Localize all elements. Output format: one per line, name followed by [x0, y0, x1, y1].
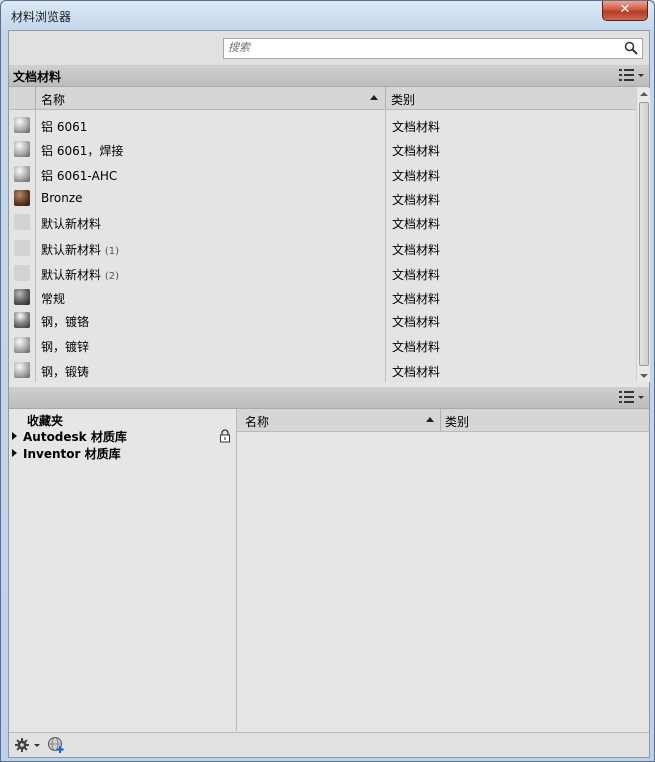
material-swatch-icon [14, 190, 30, 206]
gear-icon[interactable] [14, 737, 42, 753]
material-name: 钢，镀铬 [41, 315, 90, 329]
library-materials-pane: 名称 类别 [237, 409, 649, 731]
material-category: 文档材料 [392, 365, 441, 379]
material-name-suffix: (2) [104, 271, 120, 282]
material-category: 文档材料 [392, 120, 441, 134]
material-row[interactable]: 钢，镀锌 文档材料 [9, 333, 636, 357]
material-category: 文档材料 [392, 292, 441, 306]
material-name: Bronze [41, 191, 83, 205]
material-category: 文档材料 [392, 315, 441, 329]
search-row [9, 31, 649, 66]
material-category: 文档材料 [392, 217, 441, 231]
column-divider[interactable] [35, 87, 36, 109]
expand-arrow-icon[interactable] [12, 449, 17, 457]
material-name: 默认新材料 [41, 217, 102, 231]
material-name: 铝 6061 [41, 120, 88, 134]
material-swatch-icon [14, 289, 30, 305]
search-input[interactable] [228, 41, 613, 54]
material-name: 钢，镀锌 [41, 340, 90, 354]
column-divider[interactable] [440, 409, 441, 431]
scroll-thumb[interactable] [639, 102, 649, 366]
material-swatch-icon [14, 312, 30, 328]
window-title: 材料浏览器 [11, 10, 72, 24]
title-bar[interactable]: 材料浏览器 ✕ [1, 1, 654, 29]
material-row[interactable]: Bronze 文档材料 [9, 186, 636, 210]
material-swatch-icon [14, 166, 30, 182]
material-row[interactable]: 钢，镀铬 文档材料 [9, 308, 636, 332]
tree-item-inventor-library[interactable]: Inventor 材质库 [23, 445, 121, 462]
tree-item-autodesk-library[interactable]: Autodesk 材质库 [23, 428, 127, 445]
material-name-suffix: (1) [104, 246, 120, 257]
document-materials-title: 文档材料 [13, 70, 62, 84]
list-view-icon[interactable] [617, 390, 645, 404]
list-view-icon[interactable] [617, 68, 645, 82]
material-swatch-icon [14, 240, 30, 256]
close-button[interactable]: ✕ [602, 1, 648, 21]
column-header-category[interactable]: 类别 [391, 91, 415, 108]
material-category: 文档材料 [392, 193, 441, 207]
library-table-header: 名称 类别 [237, 409, 649, 432]
bottom-toolbar [9, 732, 649, 757]
tree-item-favorites[interactable]: 收藏夹 [27, 412, 63, 429]
material-swatch-icon [14, 265, 30, 281]
library-section-header [9, 387, 649, 409]
column-gridline [385, 110, 386, 382]
material-browser-window: 材料浏览器 ✕ 文档材料 名 [0, 0, 655, 762]
add-library-icon[interactable] [47, 736, 65, 754]
column-header-category[interactable]: 类别 [445, 413, 469, 430]
material-row[interactable]: 默认新材料 文档材料 [9, 210, 636, 234]
column-divider[interactable] [385, 87, 386, 109]
scroll-down-arrow-icon[interactable] [640, 374, 648, 378]
material-row[interactable]: 钢，锻铸 文档材料 [9, 358, 636, 382]
material-swatch-icon [14, 362, 30, 378]
expand-arrow-icon[interactable] [12, 432, 17, 440]
library-area: 收藏夹 Autodesk 材质库 Inventor 材质库 名称 类别 [9, 409, 649, 731]
material-category: 文档材料 [392, 340, 441, 354]
sort-ascending-icon [370, 95, 378, 100]
search-box[interactable] [223, 38, 643, 59]
material-category: 文档材料 [392, 144, 441, 158]
browser-content: 文档材料 名称 类别 铝 6061 文档材料 [8, 30, 650, 758]
lock-icon [220, 429, 230, 443]
material-row[interactable]: 常规 文档材料 [9, 285, 636, 309]
material-name: 默认新材料 (2) [41, 268, 120, 282]
material-name: 默认新材料 (1) [41, 243, 120, 257]
material-row[interactable]: 铝 6061，焊接 文档材料 [9, 137, 636, 161]
material-category: 文档材料 [392, 243, 441, 257]
document-table-header: 名称 类别 [9, 87, 636, 110]
search-icon[interactable] [624, 41, 638, 55]
library-tree: 收藏夹 Autodesk 材质库 Inventor 材质库 [9, 409, 237, 731]
material-row[interactable]: 铝 6061-AHC 文档材料 [9, 162, 636, 186]
document-materials-list: 铝 6061 文档材料 铝 6061，焊接 文档材料 铝 6061-AHC 文档… [9, 110, 636, 382]
material-category: 文档材料 [392, 268, 441, 282]
material-row[interactable]: 默认新材料 (2) 文档材料 [9, 261, 636, 285]
column-header-name[interactable]: 名称 [245, 413, 269, 430]
material-name: 铝 6061，焊接 [41, 144, 124, 158]
column-gridline [35, 110, 36, 382]
scroll-up-arrow-icon[interactable] [640, 92, 648, 96]
column-header-name[interactable]: 名称 [41, 91, 65, 108]
material-name: 钢，锻铸 [41, 365, 90, 379]
material-swatch-icon [14, 337, 30, 353]
material-name: 铝 6061-AHC [41, 169, 118, 183]
document-materials-header: 文档材料 [9, 65, 649, 87]
material-category: 文档材料 [392, 169, 441, 183]
vertical-scrollbar[interactable] [636, 88, 650, 382]
material-name: 常规 [41, 292, 66, 306]
sort-ascending-icon [426, 417, 434, 422]
material-swatch-icon [14, 117, 30, 133]
material-row[interactable]: 默认新材料 (1) 文档材料 [9, 236, 636, 260]
material-swatch-icon [14, 141, 30, 157]
material-row[interactable]: 铝 6061 文档材料 [9, 113, 636, 137]
material-swatch-icon [14, 214, 30, 230]
